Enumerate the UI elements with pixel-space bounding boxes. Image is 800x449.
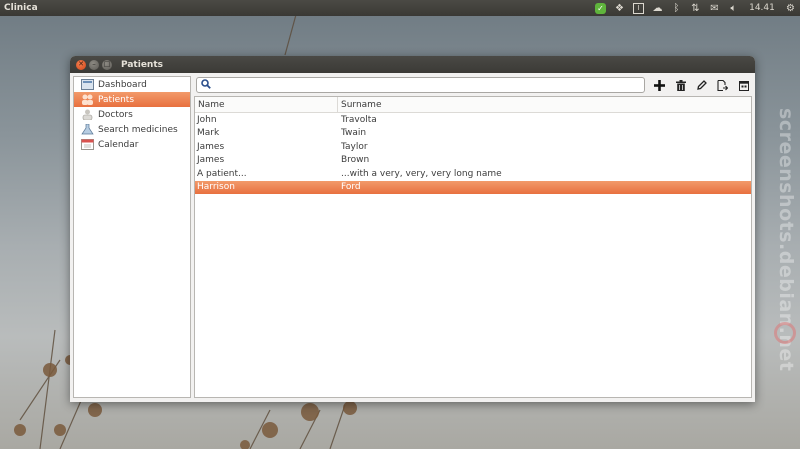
volume-icon[interactable]: 🔈︎ <box>724 0 743 16</box>
search-input[interactable] <box>214 80 644 90</box>
close-icon: ✕ <box>78 60 84 68</box>
table-row[interactable]: John Travolta <box>195 113 751 127</box>
gear-icon[interactable]: ⚙ <box>781 0 800 16</box>
cell-name: Mark <box>197 128 220 139</box>
patients-table: Name Surname John Travolta Mark Twain Ja… <box>194 96 752 398</box>
sidebar-item-calendar[interactable]: Calendar <box>74 137 190 152</box>
minimize-button[interactable]: – <box>89 59 99 70</box>
cell-surname: Ford <box>341 182 361 193</box>
table-header: Name Surname <box>195 97 751 113</box>
sidebar: Dashboard Patients Doctors Search medici… <box>73 76 191 398</box>
maximize-button[interactable]: □ <box>102 59 112 70</box>
clock[interactable]: 14.41 <box>743 3 781 13</box>
calendar-button[interactable] <box>733 77 754 93</box>
document-export-icon <box>717 79 728 91</box>
cloud-icon[interactable]: ☁ <box>648 0 667 16</box>
table-row[interactable]: James Taylor <box>195 140 751 154</box>
flask-icon <box>81 124 94 135</box>
doctor-icon <box>81 109 94 120</box>
table-row[interactable]: A patient... ...with a very, very, very … <box>195 167 751 181</box>
column-header-surname[interactable]: Surname <box>338 97 381 113</box>
search-box[interactable] <box>196 77 645 93</box>
cell-name: James <box>197 141 225 152</box>
cell-surname: ...with a very, very, very long name <box>341 168 502 179</box>
sidebar-item-dashboard[interactable]: Dashboard <box>74 77 190 92</box>
check-icon[interactable]: ✓ <box>591 0 610 16</box>
column-header-name[interactable]: Name <box>195 97 338 113</box>
maximize-icon: □ <box>103 60 111 68</box>
watermark: screenshots.debian.net <box>775 108 797 372</box>
cell-name: Harrison <box>197 182 235 193</box>
sidebar-item-label: Calendar <box>98 139 139 150</box>
bluetooth-icon[interactable]: ᛒ <box>667 0 686 16</box>
keyboard-icon[interactable]: I <box>629 0 648 16</box>
cell-surname: Taylor <box>341 141 368 152</box>
delete-button[interactable] <box>670 77 691 93</box>
sidebar-item-label: Patients <box>98 94 135 105</box>
sidebar-item-label: Doctors <box>98 109 133 120</box>
export-button[interactable] <box>712 77 733 93</box>
table-row[interactable]: James Brown <box>195 154 751 168</box>
cell-surname: Twain <box>341 128 367 139</box>
cell-name: James <box>197 155 225 166</box>
sidebar-item-label: Dashboard <box>98 79 147 90</box>
minimize-icon: – <box>92 60 96 68</box>
pencil-icon <box>696 80 707 90</box>
add-button[interactable] <box>649 77 670 93</box>
cell-name: A patient... <box>197 168 247 179</box>
users-icon <box>81 94 94 105</box>
sidebar-item-patients[interactable]: Patients <box>74 92 190 107</box>
app-title: Clinica <box>4 3 38 13</box>
window-titlebar[interactable]: ✕ – □ Patients <box>70 56 755 73</box>
top-panel: Clinica ✓ ❖ I ☁ ᛒ ⇅ ✉ 🔈︎ 14.41 ⚙ <box>0 0 800 16</box>
cell-name: John <box>197 114 217 125</box>
dashboard-icon <box>81 79 94 90</box>
plus-icon <box>654 79 665 91</box>
sidebar-item-doctors[interactable]: Doctors <box>74 107 190 122</box>
sidebar-item-label: Search medicines <box>98 124 178 135</box>
network-icon[interactable]: ⇅ <box>686 0 705 16</box>
mail-icon[interactable]: ✉ <box>705 0 724 16</box>
table-row-selected[interactable]: Harrison Ford <box>195 180 751 194</box>
calendar-icon <box>738 80 749 91</box>
system-tray: ✓ ❖ I ☁ ᛒ ⇅ ✉ 🔈︎ 14.41 ⚙ <box>591 0 800 16</box>
calendar-icon <box>81 139 94 150</box>
edit-button[interactable] <box>691 77 712 93</box>
sidebar-item-search-medicines[interactable]: Search medicines <box>74 122 190 137</box>
search-icon <box>201 78 211 92</box>
toolbar <box>649 77 754 93</box>
patients-window: ✕ – □ Patients Dashboard Patients Doctor… <box>70 56 755 402</box>
dropbox-icon[interactable]: ❖ <box>610 0 629 16</box>
cell-surname: Brown <box>341 155 370 166</box>
window-title: Patients <box>121 59 163 70</box>
table-row[interactable]: Mark Twain <box>195 127 751 141</box>
close-button[interactable]: ✕ <box>76 59 86 70</box>
trash-icon <box>675 79 686 91</box>
cell-surname: Travolta <box>341 114 377 125</box>
debian-logo <box>774 322 796 344</box>
